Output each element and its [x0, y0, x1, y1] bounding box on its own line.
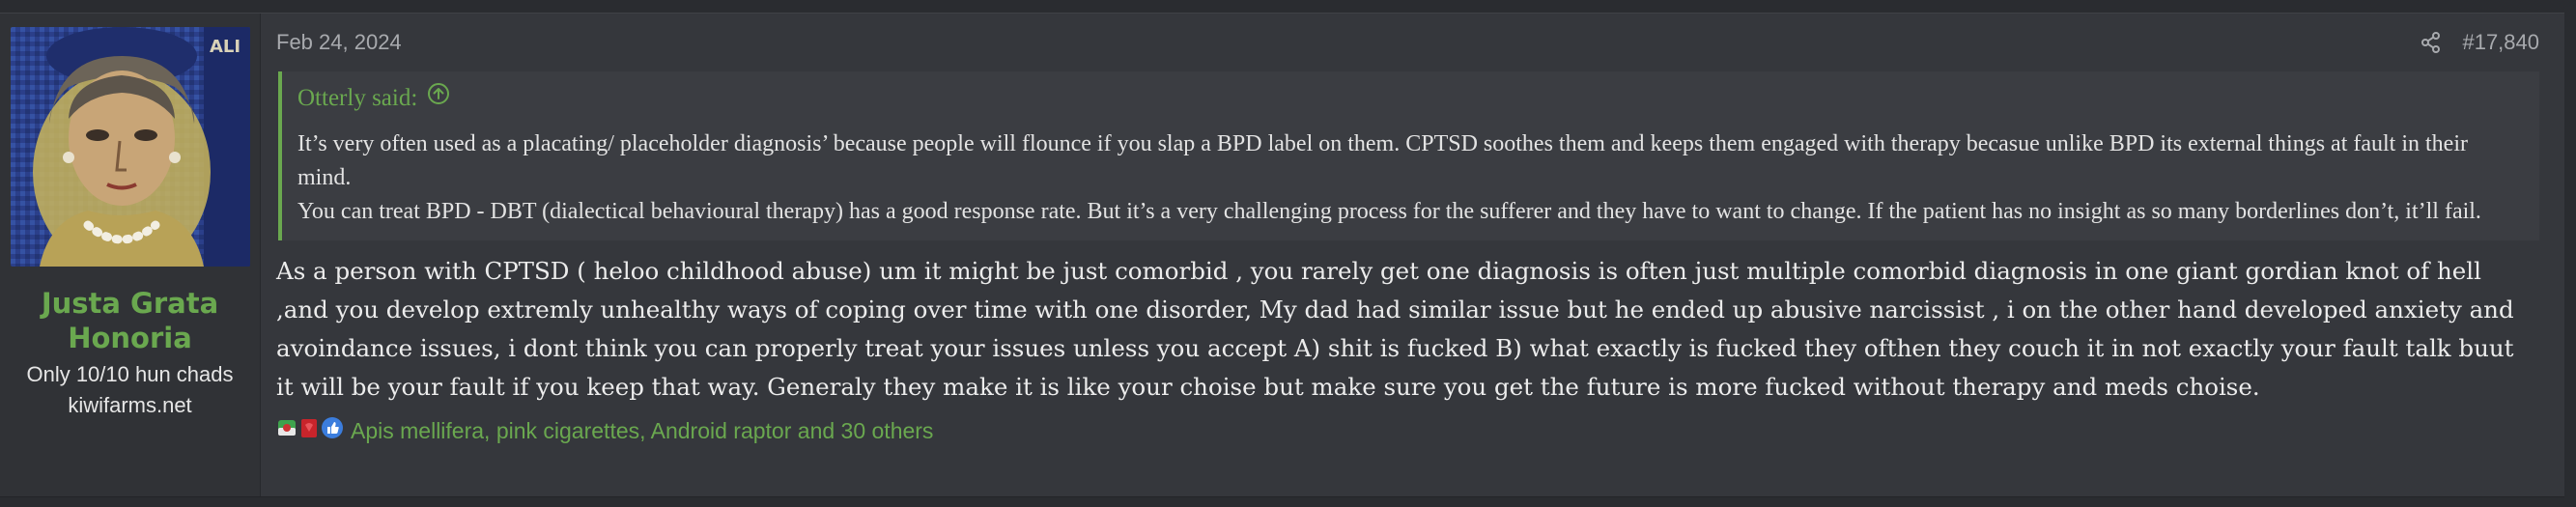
user-title: Only 10/10 hun chads	[26, 362, 234, 386]
quote-body: It’s very often used as a placating/ pla…	[297, 127, 2524, 229]
post-meta: Feb 24, 2024 #17,840	[276, 14, 2539, 71]
share-icon[interactable]	[2421, 32, 2441, 53]
reactions-list-link[interactable]: Apis mellifera, pink cigarettes, Android…	[351, 418, 933, 444]
mosaic-portrait-avatar[interactable]: ALI	[10, 27, 250, 267]
reactions-bar[interactable]: Apis mellifera, pink cigarettes, Android…	[276, 416, 2539, 445]
avatar-image: ALI	[10, 27, 250, 267]
user-site: kiwifarms.net	[68, 393, 192, 417]
arrow-up-circle-icon[interactable]	[427, 81, 450, 116]
forum-post: ALI Justa Grata Honoria Only 10/10 hun c…	[0, 13, 2564, 497]
quote-paragraph: It’s very often used as a placating/ pla…	[297, 131, 2468, 190]
reaction-icons	[276, 416, 345, 445]
quote-header: Otterly said:	[297, 81, 2524, 116]
svg-text:ALI: ALI	[210, 37, 241, 57]
username[interactable]: Justa Grata Honoria	[0, 286, 260, 355]
user-panel: ALI Justa Grata Honoria Only 10/10 hun c…	[0, 14, 261, 496]
quote-author[interactable]: Otterly said:	[297, 81, 417, 116]
like-reaction-icon	[321, 416, 344, 445]
quote-paragraph: You can treat BPD - DBT (dialectical beh…	[297, 199, 2481, 224]
winner-reaction-icon	[276, 416, 297, 445]
post-date[interactable]: Feb 24, 2024	[276, 30, 402, 55]
post-number-link[interactable]: #17,840	[2462, 30, 2539, 55]
post-main: Feb 24, 2024 #17,840 Otterly said: It’s …	[261, 14, 2564, 496]
post-content: As a person with CPTSD ( heloo childhood…	[276, 257, 2514, 401]
quote-block: Otterly said: It’s very often used as a …	[278, 71, 2539, 240]
post-meta-right: #17,840	[2421, 30, 2539, 55]
heart-reaction-icon	[298, 416, 320, 445]
